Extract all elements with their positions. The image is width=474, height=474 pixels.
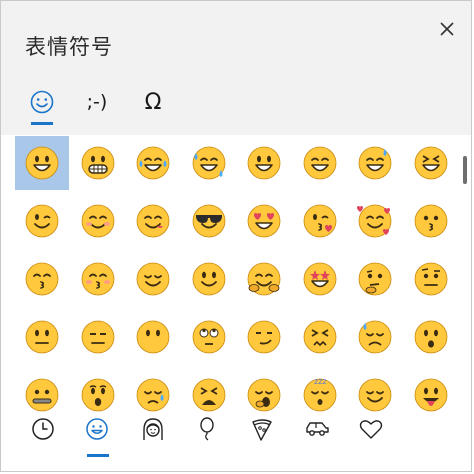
neutral-face-icon [25,320,59,354]
sad-sweat-icon [358,320,392,354]
emoji-kissing-smiling-eyes[interactable] [71,252,125,306]
symbols-omega-icon: Ω [144,89,162,115]
rolling-eyes-icon [192,320,225,354]
thinking-face-icon [358,262,392,296]
emoji-smiling-sunglasses[interactable] [182,194,236,248]
neutral-raised-brow-icon [414,262,447,296]
grimacing-face-icon [81,146,114,180]
emoji-neutral-face[interactable] [15,310,69,364]
emoji-persevering-face[interactable] [293,310,347,364]
smiling-sunglasses-icon [192,204,225,238]
clock-icon [32,418,54,440]
emoji-expressionless-face[interactable] [71,310,125,364]
emoji-smiling-hearts[interactable] [348,194,402,248]
kissing-heart-icon [303,204,336,238]
emoji-sad-sweat[interactable] [348,310,402,364]
kaomoji-icon: ;-) [86,91,108,113]
close-icon [440,22,454,36]
emoji-kissing-face[interactable] [404,194,458,248]
smiling-hearts-icon [357,204,392,238]
kissing-smiling-eyes-icon [81,262,114,296]
hugging-face-icon [247,262,281,296]
smiling-blush-icon [81,204,114,238]
emoji-rolling-on-floor-laughing[interactable] [182,136,236,190]
emoji-winking-face[interactable] [15,194,69,248]
emoji-star-struck[interactable] [293,252,347,306]
bottom-tab-symbols[interactable] [353,411,389,447]
bottom-category-bar [1,403,471,471]
winking-face-icon [25,204,59,238]
smiley-outline-icon [86,418,108,440]
grinning-face-icon [25,146,59,180]
bottom-tab-people[interactable] [135,411,171,447]
emoji-smirking-face[interactable] [237,310,291,364]
active-bottom-tab-indicator [87,454,109,457]
emoji-kissing-closed-eyes[interactable] [15,252,69,306]
panel-header: 表情符号 ;-) Ω [1,1,471,135]
emoji-grinning-face[interactable] [15,136,69,190]
emoji-smiling-blush[interactable] [71,194,125,248]
panel-title: 表情符号 [25,35,113,59]
tab-kaomoji[interactable]: ;-) [75,79,119,125]
tab-symbols[interactable]: Ω [135,79,171,125]
bottom-tab-smileys[interactable] [79,411,115,447]
emoji-smiling-face-open-mouth[interactable] [237,136,291,190]
emoji-face-with-tears-of-joy[interactable] [126,136,180,190]
relieved-face-icon [136,262,170,296]
grinning-sweat-icon [358,146,392,180]
star-struck-icon [303,262,336,296]
bottom-tab-food[interactable] [244,411,280,447]
scrollbar-thumb[interactable] [463,156,467,184]
face-with-tears-of-joy-icon [136,146,170,180]
person-icon [143,418,163,440]
svg-text:zzz: zzz [314,377,327,386]
bottom-tab-celebration[interactable] [189,411,225,447]
car-icon [306,422,329,436]
emoji-hushed-face[interactable] [404,310,458,364]
category-tabs: ;-) Ω [1,79,471,129]
grinning-smiling-eyes-icon [303,146,336,180]
squinting-face-icon [414,146,447,180]
emoji-panel: 表情符号 ;-) Ω zzz [0,0,472,472]
emoji-grinning-smiling-eyes[interactable] [293,136,347,190]
heart-icon [359,420,383,439]
face-savoring-food-icon [136,204,170,238]
emoji-no-mouth-face[interactable] [126,310,180,364]
bottom-tab-recent[interactable] [25,411,61,447]
active-tab-indicator [31,122,53,125]
emoji-hugging-face[interactable] [237,252,291,306]
kissing-face-icon [414,204,447,238]
emoji-heart-eyes[interactable] [237,194,291,248]
close-button[interactable] [431,13,463,45]
rolling-on-floor-laughing-icon [192,146,225,180]
no-mouth-face-icon [136,320,170,354]
emoji-face-savoring-food[interactable] [126,194,180,248]
kissing-closed-eyes-icon [25,262,59,296]
emoji-neutral-raised-brow[interactable] [404,252,458,306]
smiling-face-open-mouth-icon [247,146,281,180]
emoji-relieved-face[interactable] [126,252,180,306]
smiley-face-icon [30,90,54,114]
emoji-kissing-heart[interactable] [293,194,347,248]
emoji-grimacing-face[interactable] [71,136,125,190]
emoji-grinning-sweat[interactable] [348,136,402,190]
balloon-icon [200,417,214,441]
bottom-tab-travel[interactable] [299,411,335,447]
tab-emoji[interactable] [23,79,61,125]
smirking-face-icon [247,320,281,354]
persevering-face-icon [303,320,336,354]
emoji-slightly-smiling[interactable] [182,252,236,306]
slightly-smiling-icon [192,262,225,296]
heart-eyes-icon [247,204,281,238]
emoji-rolling-eyes[interactable] [182,310,236,364]
pizza-icon [252,419,272,441]
emoji-thinking-face[interactable] [348,252,402,306]
expressionless-face-icon [81,320,114,354]
emoji-squinting-face[interactable] [404,136,458,190]
hushed-face-icon [414,320,447,354]
